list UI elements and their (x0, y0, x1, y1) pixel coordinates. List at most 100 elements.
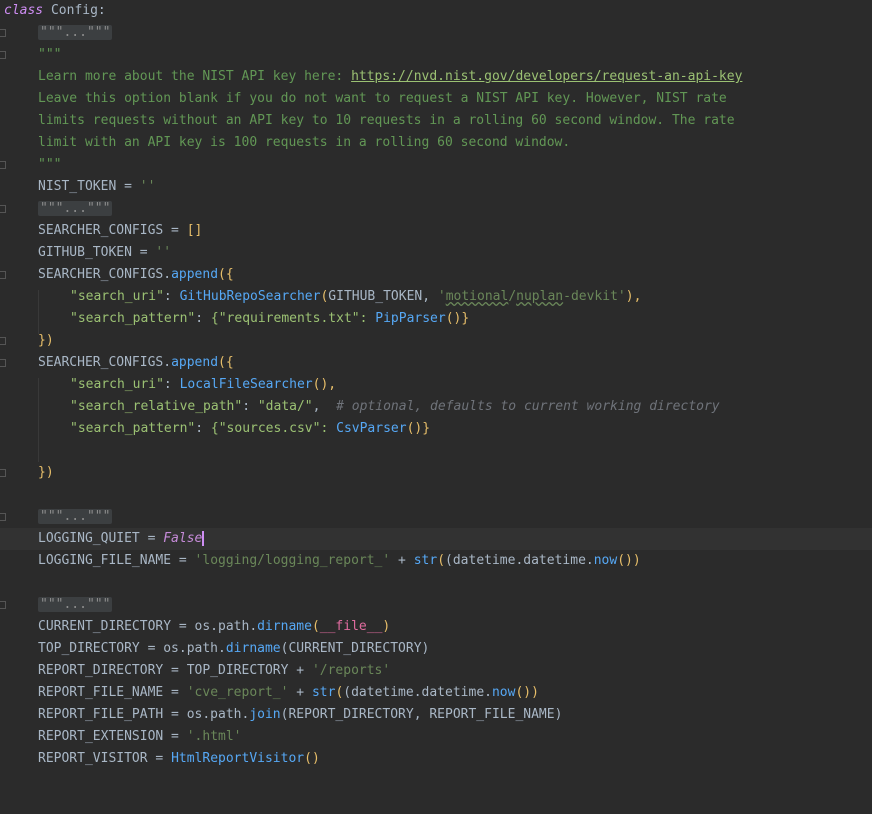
code-line[interactable]: TOP_DIRECTORY = os.path.dirname(CURRENT_… (0, 638, 872, 660)
search-uri-key: "search_uri" (70, 289, 164, 304)
code-line[interactable]: "search_relative_path": "data/", # optio… (0, 396, 872, 418)
fold-marker-icon[interactable] (0, 337, 6, 345)
call-parens: ()) (617, 553, 641, 568)
folded-docstring[interactable]: """...""" (38, 25, 113, 40)
code-editor[interactable]: class Config: """...""" """ Learn more a… (0, 0, 872, 797)
code-line[interactable]: """ (0, 154, 872, 176)
paren-open: ( (437, 553, 446, 568)
docstring-text: Learn more about the NIST API key here: (38, 69, 352, 84)
open-brace: ({ (218, 267, 234, 282)
report-directory-assign: REPORT_DIRECTORY = TOP_DIRECTORY + (38, 663, 312, 678)
code-line[interactable] (0, 484, 872, 506)
code-line[interactable]: """...""" (0, 22, 872, 44)
paren-close: ) (382, 619, 391, 634)
code-line[interactable]: REPORT_FILE_PATH = os.path.join(REPORT_D… (0, 704, 872, 726)
code-line[interactable]: GITHUB_TOKEN = '' (0, 242, 872, 264)
colon: : (163, 377, 180, 392)
code-line-current[interactable]: LOGGING_QUIET = False (0, 528, 872, 550)
false-literal: False (163, 531, 203, 546)
code-line[interactable]: limit with an API key is 100 requests in… (0, 132, 872, 154)
code-line[interactable]: """...""" (0, 594, 872, 616)
code-line[interactable]: }) (0, 462, 872, 484)
call-parens: ()} (445, 311, 470, 326)
code-line[interactable]: SEARCHER_CONFIGS.append({ (0, 352, 872, 374)
logging-file-name-assign: LOGGING_FILE_NAME = (38, 553, 195, 568)
docstring-text: limit with an API key is 100 requests in… (38, 135, 571, 150)
code-line[interactable]: REPORT_VISITOR = HtmlReportVisitor() (0, 748, 872, 770)
folded-docstring[interactable]: """...""" (38, 509, 113, 524)
searcher-configs-ref: SEARCHER_CONFIGS. (38, 267, 172, 282)
code-line[interactable]: SEARCHER_CONFIGS.append({ (0, 264, 872, 286)
datetime-ref: (datetime.datetime. (343, 685, 492, 700)
fold-marker-icon[interactable] (0, 51, 6, 59)
code-line[interactable]: """ (0, 44, 872, 66)
top-dir-args: (CURRENT_DIRECTORY) (280, 641, 430, 656)
code-line[interactable]: "search_pattern": {"requirements.txt": P… (0, 308, 872, 330)
paren-close: ), (625, 289, 642, 304)
fold-marker-icon[interactable] (0, 469, 6, 477)
fold-marker-icon[interactable] (0, 271, 6, 279)
folded-docstring[interactable]: """...""" (38, 597, 113, 612)
datetime-ref: (datetime.datetime. (445, 553, 594, 568)
pip-parser-call: PipParser (375, 311, 446, 326)
join-call: join (249, 707, 281, 722)
repo-owner: motional (445, 289, 509, 304)
docstring-text: Leave this option blank if you do not wa… (38, 91, 727, 106)
fold-marker-icon[interactable] (0, 359, 6, 367)
repo-name-part: nuplan (516, 289, 564, 304)
html-report-visitor-call: HtmlReportVisitor (171, 751, 305, 766)
code-line[interactable]: "search_uri": LocalFileSearcher(), (0, 374, 872, 396)
fold-marker-icon[interactable] (0, 513, 6, 521)
open-brace: ({ (218, 355, 234, 370)
code-line[interactable] (0, 440, 872, 462)
code-line[interactable]: "search_pattern": {"sources.csv": CsvPar… (0, 418, 872, 440)
searcher-configs-ref: SEARCHER_CONFIGS. (38, 355, 172, 370)
top-directory-assign: TOP_DIRECTORY = os.path. (38, 641, 226, 656)
fold-marker-icon[interactable] (0, 601, 6, 609)
inline-comment: # optional, defaults to current working … (336, 399, 720, 414)
code-line[interactable]: """...""" (0, 198, 872, 220)
code-line[interactable]: limits requests without an API key to 10… (0, 110, 872, 132)
report-visitor-assign: REPORT_VISITOR = (38, 751, 172, 766)
str-builtin: str (311, 685, 336, 700)
code-line[interactable]: CURRENT_DIRECTORY = os.path.dirname(__fi… (0, 616, 872, 638)
code-line[interactable]: "search_uri": GitHubRepoSearcher(GITHUB_… (0, 286, 872, 308)
call-parens: () (304, 751, 320, 766)
nist-token-value: '' (139, 179, 156, 194)
fold-marker-icon[interactable] (0, 161, 6, 169)
nist-api-link[interactable]: https://nvd.nist.gov/developers/request-… (351, 69, 742, 84)
colon: : (195, 421, 211, 436)
code-line[interactable]: REPORT_EXTENSION = '.html' (0, 726, 872, 748)
fold-marker-icon[interactable] (0, 29, 6, 37)
html-string: '.html' (186, 729, 242, 744)
code-line[interactable]: Leave this option blank if you do not wa… (0, 88, 872, 110)
folded-docstring[interactable]: """...""" (38, 201, 113, 216)
now-call: now (593, 553, 618, 568)
code-line[interactable]: NIST_TOKEN = '' (0, 176, 872, 198)
quote: ' (437, 289, 446, 304)
code-line[interactable]: LOGGING_FILE_NAME = 'logging/logging_rep… (0, 550, 872, 572)
colon: : (242, 399, 258, 414)
search-pattern-key: "search_pattern" (70, 421, 196, 436)
slash: / (508, 289, 517, 304)
search-relative-path-key: "search_relative_path" (70, 399, 243, 414)
dirname-call: dirname (225, 641, 281, 656)
docstring-text: limits requests without an API key to 10… (38, 113, 735, 128)
docstring-close: """ (38, 157, 62, 172)
code-line[interactable]: Learn more about the NIST API key here: … (0, 66, 872, 88)
code-line[interactable]: """...""" (0, 506, 872, 528)
call-parens: ()) (515, 685, 539, 700)
code-line[interactable]: REPORT_FILE_NAME = 'cve_report_' + str((… (0, 682, 872, 704)
code-line[interactable]: REPORT_DIRECTORY = TOP_DIRECTORY + '/rep… (0, 660, 872, 682)
current-directory-assign: CURRENT_DIRECTORY = os.path. (38, 619, 258, 634)
docstring-open: """ (38, 47, 62, 62)
colon: : (195, 311, 211, 326)
logging-quiet-assign: LOGGING_QUIET = (38, 531, 164, 546)
code-line[interactable]: }) (0, 330, 872, 352)
nist-token-assign: NIST_TOKEN = (38, 179, 140, 194)
code-line[interactable]: class Config: (0, 0, 872, 22)
plus-operator: + (288, 685, 312, 700)
fold-marker-icon[interactable] (0, 205, 6, 213)
code-line[interactable] (0, 572, 872, 594)
code-line[interactable]: SEARCHER_CONFIGS = [] (0, 220, 872, 242)
